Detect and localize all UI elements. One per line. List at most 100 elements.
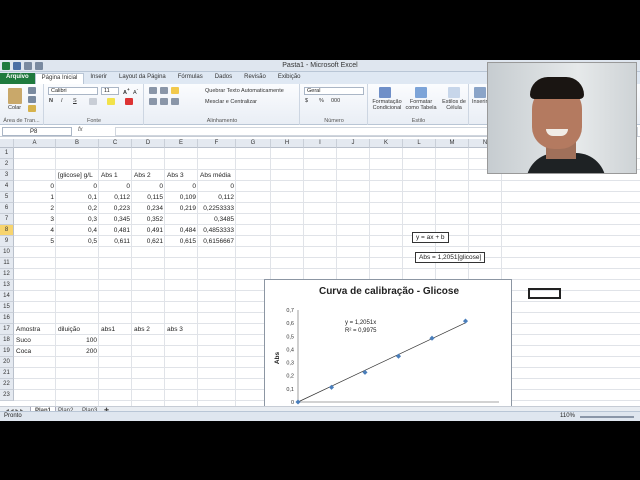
borders-icon[interactable] xyxy=(89,98,97,105)
format-table-button[interactable]: Formatar como Tabela xyxy=(405,99,437,111)
cell-styles-button[interactable]: Estilos de Célula xyxy=(439,99,469,111)
row-header-14[interactable]: 14 xyxy=(0,291,14,302)
column-header-j[interactable]: J xyxy=(337,139,370,148)
tab-dados[interactable]: Dados xyxy=(209,73,238,84)
fx-icon[interactable]: fx xyxy=(78,127,83,133)
percent-button[interactable]: % xyxy=(319,98,324,104)
column-header-m[interactable]: M xyxy=(436,139,469,148)
wrap-text-button[interactable]: Quebrar Texto Automaticamente xyxy=(205,88,284,94)
cell-e3[interactable]: Abs 3 xyxy=(167,170,184,181)
thousands-button[interactable]: 000 xyxy=(331,98,340,104)
cell-c5[interactable]: 0,112 xyxy=(101,192,130,203)
cell-f7[interactable]: 0,3485 xyxy=(200,214,234,225)
name-box[interactable]: P8 xyxy=(2,127,72,136)
cut-icon[interactable] xyxy=(28,87,36,94)
cell-a7[interactable]: 3 xyxy=(16,214,54,225)
tab-arquivo[interactable]: Arquivo xyxy=(0,73,35,84)
column-header-g[interactable]: G xyxy=(236,139,271,148)
row-header-21[interactable]: 21 xyxy=(0,368,14,379)
cell-f5[interactable]: 0,112 xyxy=(200,192,234,203)
row-header-23[interactable]: 23 xyxy=(0,390,14,401)
cell-b4[interactable]: 0 xyxy=(58,181,97,192)
cell-b8[interactable]: 0,4 xyxy=(58,225,97,236)
cell-c3[interactable]: Abs 1 xyxy=(101,170,118,181)
cell-a5[interactable]: 1 xyxy=(16,192,54,203)
row-header-11[interactable]: 11 xyxy=(0,258,14,269)
zoom-level[interactable]: 110% xyxy=(560,413,575,419)
column-header-i[interactable]: I xyxy=(304,139,337,148)
column-header-f[interactable]: F xyxy=(198,139,236,148)
cell-a19[interactable]: Coca xyxy=(16,346,31,357)
zoom-slider[interactable] xyxy=(580,416,634,418)
currency-icon[interactable]: $ xyxy=(305,98,308,104)
cell-f9[interactable]: 0,6156667 xyxy=(200,236,234,247)
row-header-17[interactable]: 17 xyxy=(0,324,14,335)
row-header-1[interactable]: 1 xyxy=(0,148,14,159)
align-top-icon[interactable] xyxy=(149,87,157,94)
row-header-6[interactable]: 6 xyxy=(0,203,14,214)
column-header-e[interactable]: E xyxy=(165,139,198,148)
italic-button[interactable]: I xyxy=(61,98,63,104)
cell-d6[interactable]: 0,234 xyxy=(134,203,163,214)
cell-d4[interactable]: 0 xyxy=(134,181,163,192)
row-header-15[interactable]: 15 xyxy=(0,302,14,313)
cell-b18[interactable]: 100 xyxy=(58,335,97,346)
cell-d5[interactable]: 0,115 xyxy=(134,192,163,203)
cell-b5[interactable]: 0,1 xyxy=(58,192,97,203)
row-header-13[interactable]: 13 xyxy=(0,280,14,291)
tab-inserir[interactable]: Inserir xyxy=(84,73,113,84)
column-header-b[interactable]: B xyxy=(56,139,99,148)
cell-e8[interactable]: 0,484 xyxy=(167,225,196,236)
active-cell-p8[interactable] xyxy=(528,288,561,299)
row-header-18[interactable]: 18 xyxy=(0,335,14,346)
cell-a18[interactable]: Suco xyxy=(16,335,31,346)
annotation-fit-formula[interactable]: Abs = 1,2051[glicose] xyxy=(415,252,486,263)
font-size-select[interactable]: 11 xyxy=(101,87,119,95)
tab-pagina-inicial[interactable]: Página Inicial xyxy=(34,73,85,84)
cell-a17[interactable]: Amostra xyxy=(16,324,40,335)
column-header-a[interactable]: A xyxy=(14,139,56,148)
column-header-h[interactable]: H xyxy=(271,139,304,148)
shrink-font-button[interactable]: A- xyxy=(133,87,138,96)
column-header-c[interactable]: C xyxy=(99,139,132,148)
cell-e6[interactable]: 0,219 xyxy=(167,203,196,214)
row-header-3[interactable]: 3 xyxy=(0,170,14,181)
cell-b17[interactable]: diluição xyxy=(58,324,80,335)
cell-a8[interactable]: 4 xyxy=(16,225,54,236)
cell-b9[interactable]: 0,5 xyxy=(58,236,97,247)
number-format-select[interactable]: Geral xyxy=(304,87,364,95)
cell-d7[interactable]: 0,352 xyxy=(134,214,163,225)
font-color-icon[interactable] xyxy=(125,98,133,105)
align-bottom-icon[interactable] xyxy=(171,87,179,94)
row-header-8[interactable]: 8 xyxy=(0,225,14,236)
copy-icon[interactable] xyxy=(28,96,36,103)
cell-f3[interactable]: Abs média xyxy=(200,170,231,181)
paste-button[interactable]: Colar xyxy=(8,105,21,111)
row-header-4[interactable]: 4 xyxy=(0,181,14,192)
spreadsheet-grid[interactable]: A B C D E F G H I J K L M N 1 2 3 4 5 6 7 8 9 10 11 12 13 14 15 16 17 1… xyxy=(0,139,640,406)
column-header-k[interactable]: K xyxy=(370,139,403,148)
cell-c4[interactable]: 0 xyxy=(101,181,130,192)
cell-b19[interactable]: 200 xyxy=(58,346,97,357)
font-name-select[interactable]: Calibri xyxy=(48,87,98,95)
select-all-corner[interactable] xyxy=(0,139,14,148)
cell-c17[interactable]: abs1 xyxy=(101,324,115,335)
align-center-icon[interactable] xyxy=(160,98,168,105)
row-header-20[interactable]: 20 xyxy=(0,357,14,368)
row-header-7[interactable]: 7 xyxy=(0,214,14,225)
cell-e4[interactable]: 0 xyxy=(167,181,196,192)
cell-a4[interactable]: 0 xyxy=(16,181,54,192)
cell-b6[interactable]: 0,2 xyxy=(58,203,97,214)
tab-revisao[interactable]: Revisão xyxy=(238,73,272,84)
row-header-9[interactable]: 9 xyxy=(0,236,14,247)
cell-f8[interactable]: 0,4853333 xyxy=(200,225,234,236)
conditional-format-button[interactable]: Formatação Condicional xyxy=(371,99,403,111)
cell-d17[interactable]: abs 2 xyxy=(134,324,150,335)
tab-exibicao[interactable]: Exibição xyxy=(272,73,307,84)
bold-button[interactable]: N xyxy=(49,98,53,104)
cell-c8[interactable]: 0,481 xyxy=(101,225,130,236)
underline-button[interactable]: S xyxy=(73,98,77,104)
row-header-5[interactable]: 5 xyxy=(0,192,14,203)
cell-d9[interactable]: 0,621 xyxy=(134,236,163,247)
cell-c6[interactable]: 0,223 xyxy=(101,203,130,214)
